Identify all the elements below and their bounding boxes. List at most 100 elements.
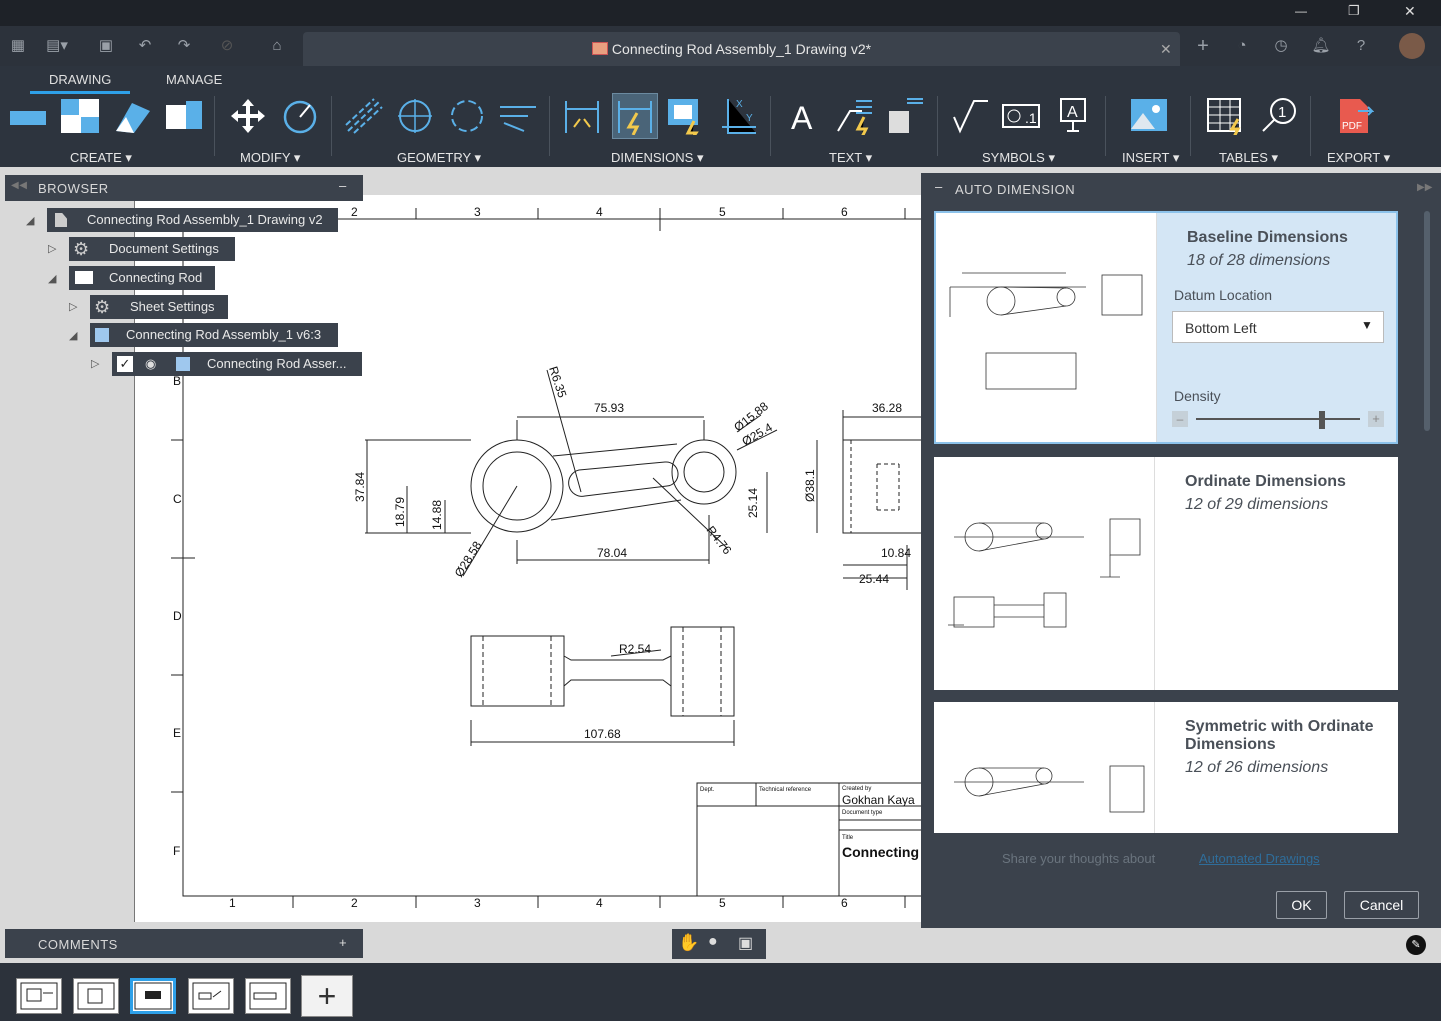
new-tab-icon[interactable]: +	[1192, 35, 1214, 57]
leader-icon[interactable]	[834, 97, 874, 135]
expand-component-icon[interactable]: ▷	[91, 357, 99, 370]
section-view-icon[interactable]	[112, 97, 152, 135]
document-tab[interactable]: Connecting Rod Assembly_1 Drawing v2* ✕	[303, 32, 1180, 66]
eye-icon[interactable]: ◉	[145, 352, 156, 376]
save-icon[interactable]: ▣	[95, 35, 117, 57]
home-icon[interactable]: ⌂	[266, 35, 288, 57]
pan-icon[interactable]: ✋	[678, 933, 699, 953]
file-menu-icon[interactable]: ▤▾	[46, 35, 68, 57]
modify-menu[interactable]: MODIFY ▾	[240, 150, 300, 166]
help-bubble-icon[interactable]: ✎	[1406, 935, 1426, 955]
dimension-icon[interactable]	[562, 97, 602, 135]
expand-sheet-settings-icon[interactable]: ▷	[69, 300, 77, 313]
baseline-dimension-icon[interactable]	[666, 97, 706, 135]
avatar[interactable]	[1399, 33, 1425, 59]
baseline-dimensions-card[interactable]: Baseline Dimensions 18 of 28 dimensions …	[934, 211, 1398, 444]
surface-texture-icon[interactable]	[950, 97, 990, 135]
decrease-icon[interactable]: –	[1172, 411, 1188, 427]
expand-panel-icon[interactable]: ▶▶	[1417, 182, 1432, 193]
minimize-button[interactable]: —	[1295, 4, 1307, 18]
close-window-button[interactable]: ✕	[1404, 3, 1416, 20]
datum-identifier-icon[interactable]: A	[1053, 97, 1093, 135]
export-menu[interactable]: EXPORT ▾	[1327, 150, 1390, 166]
centerline-icon[interactable]	[344, 97, 384, 135]
expand-sheet-icon[interactable]: ◢	[48, 272, 56, 285]
datum-location-select[interactable]: Bottom Left ▼	[1172, 311, 1384, 343]
redo-icon[interactable]: ↷	[173, 35, 195, 57]
projected-view-icon[interactable]	[60, 97, 100, 135]
notifications-icon[interactable]: 🔔︎	[1310, 35, 1332, 57]
minimize-browser-icon[interactable]: –	[339, 178, 347, 193]
feature-control-frame-icon[interactable]: .1	[1001, 97, 1041, 135]
tree-node-drawing[interactable]: Connecting Rod Assembly_1 Drawing v2	[47, 208, 338, 232]
maximize-button[interactable]: ❐	[1348, 3, 1360, 19]
close-tab-icon[interactable]: ✕	[1160, 32, 1172, 66]
panel-scrollbar[interactable]	[1424, 211, 1430, 431]
center-mark-icon[interactable]	[395, 97, 435, 135]
create-menu[interactable]: CREATE ▾	[70, 150, 132, 166]
symbols-menu[interactable]: SYMBOLS ▾	[982, 150, 1055, 166]
extensions-icon[interactable]: ◔	[1231, 35, 1253, 57]
tab-manage[interactable]: MANAGE	[166, 72, 222, 87]
tree-node-connecting-rod-sheet[interactable]: Connecting Rod	[69, 266, 215, 290]
job-status-icon[interactable]: ◷	[1270, 35, 1292, 57]
sheet-thumbnail-5[interactable]	[245, 978, 291, 1014]
dim-18-79: 18.79	[393, 497, 407, 527]
insert-image-icon[interactable]	[1129, 97, 1169, 135]
center-pattern-icon[interactable]	[447, 97, 487, 135]
cancel-button[interactable]: Cancel	[1344, 891, 1419, 919]
insert-menu[interactable]: INSERT ▾	[1122, 150, 1179, 166]
tree-node-assembly-view[interactable]: Connecting Rod Assembly_1 v6:3	[90, 323, 338, 347]
browser-header[interactable]: ◀◀ BROWSER –	[5, 175, 363, 201]
rotate-icon[interactable]	[280, 97, 320, 135]
collapse-panel-icon[interactable]: –	[935, 179, 942, 194]
detail-view-icon[interactable]	[164, 97, 204, 135]
app-grid-icon[interactable]: ▦	[7, 35, 29, 57]
symmetric-ordinate-card[interactable]: Symmetric with Ordinate Dimensions 12 of…	[934, 702, 1398, 833]
sheet-thumbnail-2[interactable]	[73, 978, 119, 1014]
density-slider[interactable]: – +	[1172, 411, 1384, 429]
expand-view-icon[interactable]: ◢	[69, 329, 77, 342]
table-icon[interactable]	[1206, 97, 1246, 135]
density-track	[1196, 418, 1360, 420]
drawing-sheet[interactable]: 2 3 4 5 6 1 2 3 4 5 6 B C D E F 75.93 R6…	[134, 195, 922, 922]
sheet-thumbnail-4[interactable]	[188, 978, 234, 1014]
move-icon[interactable]	[228, 97, 268, 135]
increase-icon[interactable]: +	[1368, 411, 1384, 427]
geometry-menu[interactable]: GEOMETRY ▾	[397, 150, 481, 166]
collapse-browser-icon[interactable]: ◀◀	[11, 180, 27, 191]
tree-node-sheet-settings[interactable]: ⚙ Sheet Settings	[90, 295, 228, 319]
svg-text:A: A	[1067, 104, 1078, 121]
base-view-icon[interactable]	[8, 97, 48, 135]
edge-extension-icon[interactable]	[498, 97, 538, 135]
add-sheet-button[interactable]: +	[301, 975, 353, 1017]
link-icon[interactable]: ⊘	[216, 35, 238, 57]
visibility-checkbox[interactable]: ✓	[117, 356, 133, 372]
zoom-icon[interactable]: ●	[708, 933, 718, 951]
add-comment-icon[interactable]: +	[339, 935, 347, 950]
help-icon[interactable]: ?	[1350, 35, 1372, 57]
export-pdf-icon[interactable]: PDF	[1334, 97, 1374, 135]
dimensions-menu[interactable]: DIMENSIONS ▾	[611, 150, 703, 166]
zoom-window-icon[interactable]: ▣	[738, 933, 753, 953]
balloon-icon[interactable]	[885, 97, 925, 135]
table-balloon-icon[interactable]: 1	[1259, 97, 1299, 135]
ordinate-dimensions-card[interactable]: Ordinate Dimensions 12 of 29 dimensions	[934, 457, 1398, 690]
tree-node-component[interactable]: ✓ ◉ Connecting Rod Asser...	[112, 352, 362, 376]
density-thumb[interactable]	[1319, 411, 1326, 429]
comments-header[interactable]: COMMENTS +	[5, 929, 363, 958]
text-icon[interactable]: A	[783, 97, 823, 135]
sheet-thumbnail-1[interactable]	[16, 978, 62, 1014]
tree-node-document-settings[interactable]: ⚙ Document Settings	[69, 237, 235, 261]
tables-menu[interactable]: TABLES ▾	[1219, 150, 1278, 166]
sheet-thumbnail-3-active[interactable]	[130, 978, 176, 1014]
feedback-link[interactable]: Automated Drawings	[1199, 851, 1320, 866]
tab-drawing[interactable]: DRAWING	[30, 66, 130, 94]
expand-doc-settings-icon[interactable]: ▷	[48, 242, 56, 255]
ordinate-dimension-icon[interactable]: XY	[718, 97, 758, 135]
ok-button[interactable]: OK	[1276, 891, 1327, 919]
side-view[interactable]	[816, 410, 922, 590]
expand-root-icon[interactable]: ◢	[26, 214, 34, 227]
undo-icon[interactable]: ↶	[134, 35, 156, 57]
text-menu[interactable]: TEXT ▾	[829, 150, 872, 166]
